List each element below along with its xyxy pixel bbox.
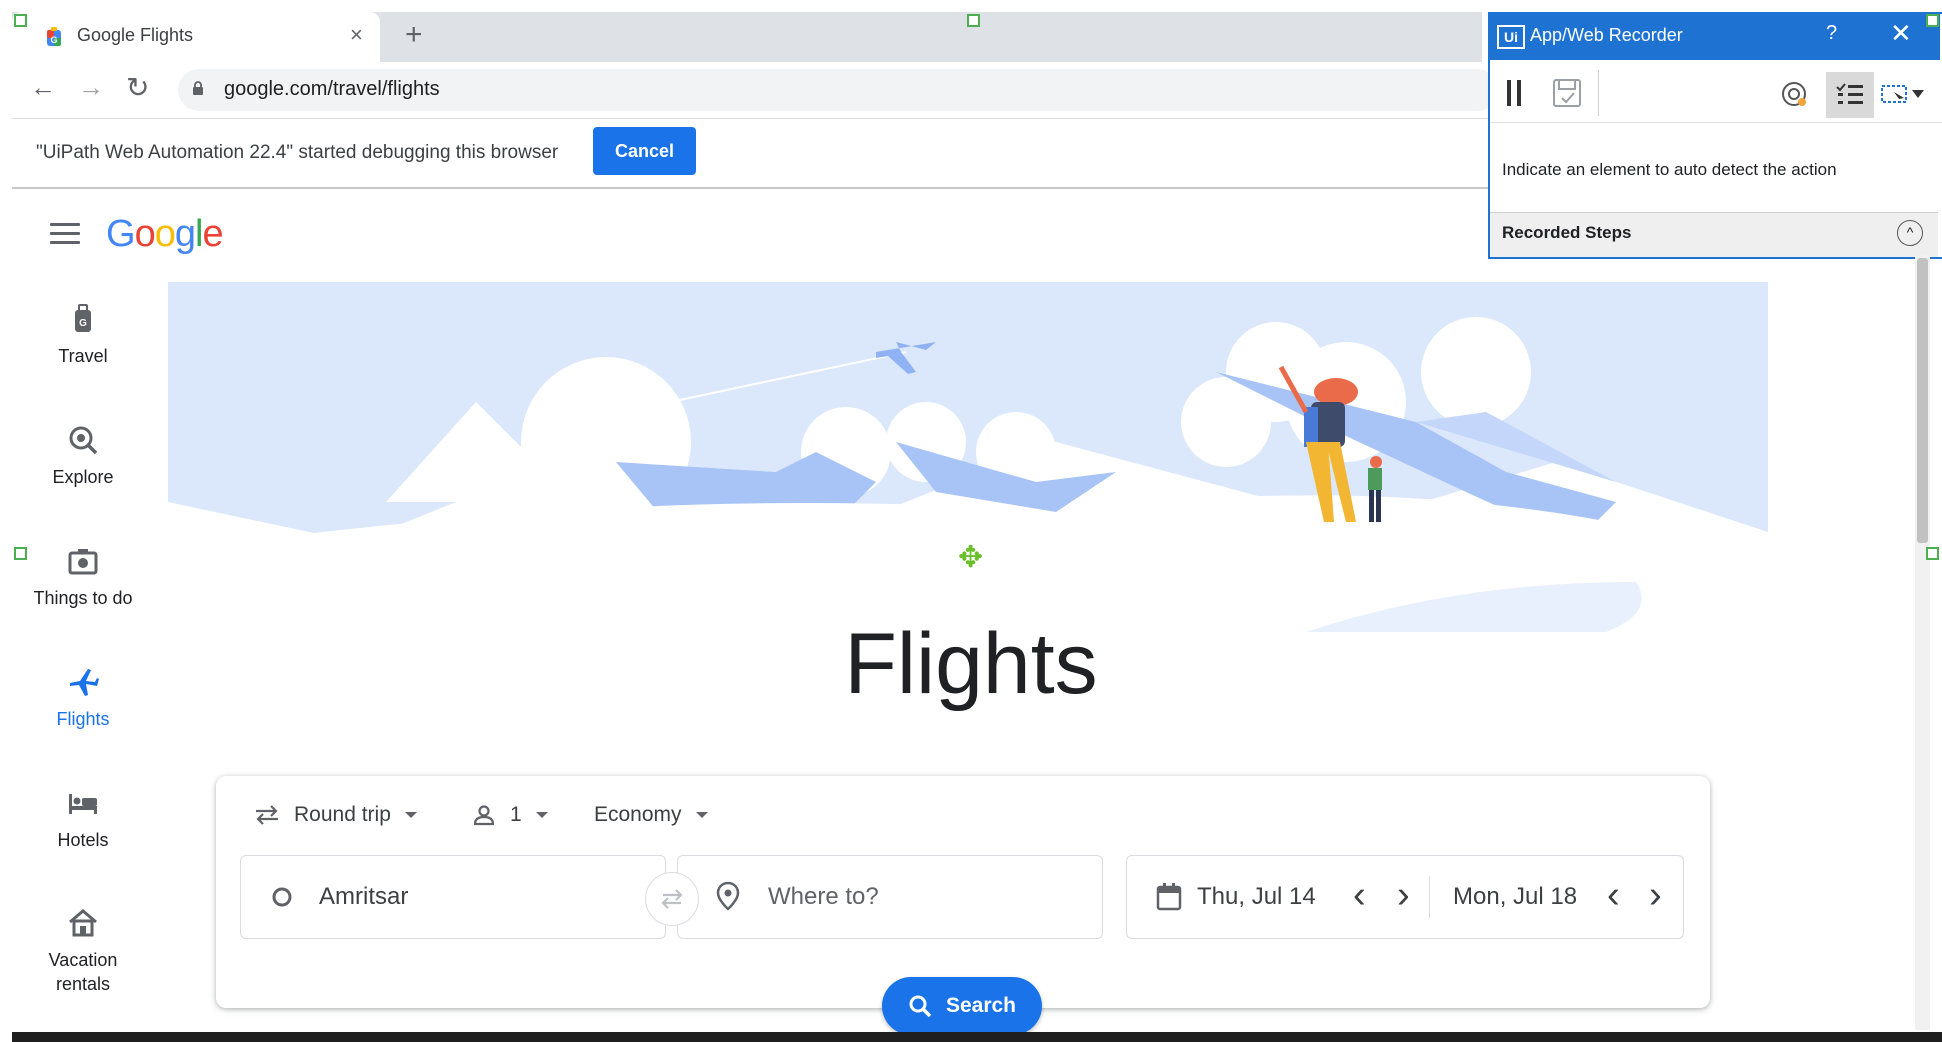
hero-illustration bbox=[168, 282, 1768, 632]
location-pin-icon bbox=[716, 881, 740, 911]
sidebar-item-label: Explore bbox=[52, 467, 114, 487]
infobar-message: "UiPath Web Automation 22.4" started deb… bbox=[36, 142, 559, 163]
uipath-logo: Ui bbox=[1497, 25, 1525, 49]
logo-letter: g bbox=[174, 213, 196, 255]
sidebar-item-label: Hotels bbox=[57, 830, 109, 850]
return-date[interactable]: Mon, Jul 18 bbox=[1453, 883, 1577, 911]
date-divider bbox=[1429, 876, 1430, 918]
swap-locations-button[interactable] bbox=[645, 872, 699, 926]
chevron-down-icon bbox=[535, 812, 548, 818]
search-button[interactable]: Search bbox=[882, 977, 1042, 1035]
recorded-steps-label: Recorded Steps bbox=[1502, 223, 1632, 242]
selection-handle[interactable] bbox=[967, 14, 980, 27]
help-icon[interactable]: ? bbox=[1826, 22, 1837, 45]
cabin-class-dropdown[interactable]: Economy bbox=[594, 798, 708, 832]
passenger-count: 1 bbox=[510, 803, 522, 826]
selection-handle[interactable] bbox=[14, 547, 27, 560]
scrollbar-thumb[interactable] bbox=[1917, 258, 1928, 543]
recorder-instruction: Indicate an element to auto detect the a… bbox=[1502, 160, 1837, 179]
cancel-debugging-button[interactable]: Cancel bbox=[593, 127, 696, 175]
close-icon[interactable]: ✕ bbox=[1890, 18, 1912, 49]
sidebar-item-label: Travel bbox=[58, 346, 108, 366]
logo-letter: o bbox=[134, 213, 156, 255]
forward-arrow-icon[interactable]: → bbox=[78, 72, 104, 103]
sidebar-item-hotels[interactable]: Hotels bbox=[20, 786, 146, 852]
reload-icon[interactable]: ↻ bbox=[126, 71, 149, 104]
swap-arrows-icon bbox=[661, 889, 683, 909]
recorded-steps-toggle[interactable] bbox=[1826, 72, 1874, 118]
page-title: Flights bbox=[844, 616, 1098, 712]
search-icon bbox=[909, 995, 932, 1018]
toolbar-divider bbox=[1598, 70, 1599, 116]
checklist-icon bbox=[1836, 83, 1863, 104]
chevron-down-icon bbox=[695, 812, 708, 818]
target-icon[interactable] bbox=[1780, 80, 1810, 110]
calendar-icon bbox=[1156, 883, 1182, 911]
lock-icon[interactable] bbox=[192, 80, 204, 96]
collapse-icon[interactable]: ^ bbox=[1897, 220, 1923, 246]
depart-date[interactable]: Thu, Jul 14 bbox=[1197, 883, 1316, 911]
recorder-title: App/Web Recorder bbox=[1530, 25, 1683, 45]
passengers-dropdown[interactable]: 1 bbox=[472, 798, 548, 832]
camera-icon bbox=[68, 549, 98, 575]
trip-type-dropdown[interactable]: Round trip bbox=[254, 798, 417, 832]
return-next-icon[interactable]: › bbox=[1649, 874, 1662, 917]
svg-text:G: G bbox=[79, 318, 87, 329]
sidebar-item-vacation-rentals[interactable]: Vacation rentals bbox=[20, 906, 146, 996]
browser-tab[interactable] bbox=[12, 12, 380, 62]
chevron-down-icon bbox=[404, 812, 417, 818]
pause-icon[interactable] bbox=[1505, 78, 1523, 108]
main-menu-icon[interactable] bbox=[50, 223, 80, 245]
logo-letter: o bbox=[154, 213, 176, 255]
save-icon[interactable] bbox=[1552, 78, 1582, 108]
origin-circle-icon bbox=[272, 887, 292, 907]
house-icon bbox=[69, 909, 97, 937]
selection-handle[interactable] bbox=[14, 14, 27, 27]
sidebar-item-label: Things to do bbox=[33, 588, 133, 608]
back-arrow-icon[interactable]: ← bbox=[30, 72, 56, 103]
logo-letter: e bbox=[202, 213, 223, 255]
selection-handle[interactable] bbox=[1926, 547, 1939, 560]
depart-next-icon[interactable]: › bbox=[1397, 874, 1410, 917]
tab-title: Google Flights bbox=[77, 25, 194, 45]
tab-close-icon[interactable]: × bbox=[350, 22, 363, 48]
person-icon bbox=[473, 805, 495, 826]
new-tab-button[interactable]: + bbox=[405, 18, 423, 52]
sidebar-item-travel[interactable]: G Travel bbox=[20, 302, 146, 368]
depart-prev-icon[interactable]: ‹ bbox=[1353, 874, 1366, 917]
trip-type-value: Round trip bbox=[294, 803, 391, 826]
move-cursor-icon: ✥ bbox=[958, 541, 984, 574]
destination-field[interactable]: Where to? bbox=[677, 855, 1103, 939]
date-range-field[interactable]: Thu, Jul 14 ‹ › Mon, Jul 18 ‹ › bbox=[1126, 855, 1684, 939]
google-logo[interactable]: Google bbox=[106, 213, 224, 256]
origin-field[interactable]: Amritsar bbox=[240, 855, 666, 939]
google-flights-favicon-icon: G bbox=[47, 27, 61, 46]
screen-select-dropdown-icon[interactable] bbox=[1880, 82, 1928, 106]
sidebar-item-label: Vacation rentals bbox=[48, 950, 118, 994]
origin-value: Amritsar bbox=[319, 883, 409, 910]
luggage-icon: G bbox=[75, 304, 91, 332]
search-button-label: Search bbox=[945, 994, 1017, 1017]
selection-handle[interactable] bbox=[1926, 14, 1939, 27]
destination-placeholder: Where to? bbox=[768, 883, 879, 910]
sidebar-item-things-to-do[interactable]: Things to do bbox=[20, 544, 146, 610]
logo-letter: G bbox=[106, 213, 136, 255]
return-prev-icon[interactable]: ‹ bbox=[1607, 874, 1620, 917]
swap-arrows-icon bbox=[256, 805, 278, 825]
taskbar bbox=[12, 1032, 1942, 1042]
sidebar-item-explore[interactable]: Explore bbox=[20, 423, 146, 489]
cabin-class-value: Economy bbox=[594, 803, 682, 826]
bed-icon bbox=[69, 794, 97, 814]
svg-text:G: G bbox=[50, 35, 57, 45]
url-text[interactable]: google.com/travel/flights bbox=[224, 78, 440, 101]
explore-icon bbox=[69, 426, 98, 455]
